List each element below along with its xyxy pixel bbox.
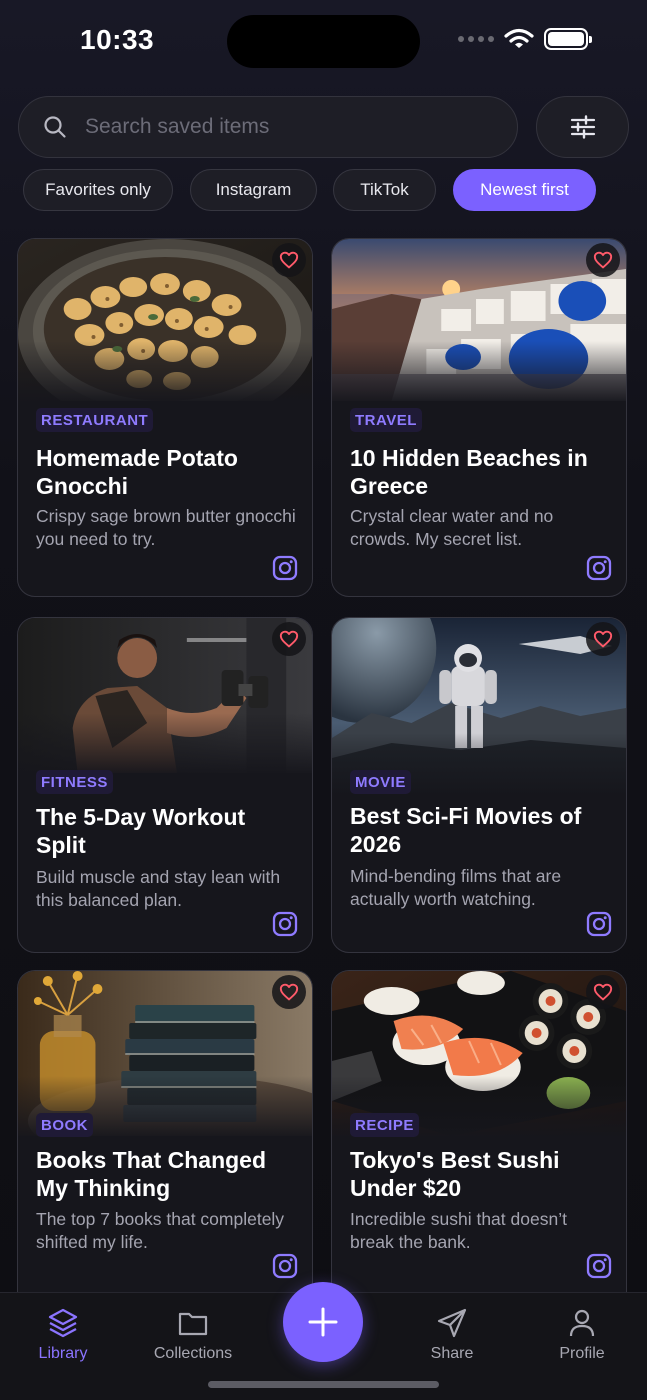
card-description: Crystal clear water and no crowds. My se… xyxy=(350,506,554,549)
favorite-button[interactable] xyxy=(272,975,306,1009)
card-title: The 5-Day Workout Split xyxy=(36,804,246,858)
favorite-button[interactable] xyxy=(272,243,306,277)
saved-item-card[interactable]: TRAVEL 10 Hidden Beaches in Greece Cryst… xyxy=(331,238,627,597)
instagram-icon[interactable] xyxy=(272,555,298,581)
layers-icon xyxy=(48,1308,78,1338)
user-icon xyxy=(569,1309,595,1337)
card-image-books xyxy=(18,971,312,1136)
card-description: Build muscle and stay lean with this bal… xyxy=(36,867,281,910)
favorite-button[interactable] xyxy=(586,243,620,277)
plus-icon xyxy=(308,1307,338,1337)
instagram-icon[interactable] xyxy=(586,911,612,937)
status-bar: 10:33 xyxy=(0,0,647,84)
category-badge: RECIPE xyxy=(350,1113,419,1137)
heart-icon xyxy=(279,251,299,269)
heart-icon xyxy=(593,983,613,1001)
instagram-icon[interactable] xyxy=(272,1253,298,1279)
card-description: Crispy sage brown butter gnocchi you nee… xyxy=(36,506,296,549)
cellular-signal-icon xyxy=(458,36,494,42)
favorite-button[interactable] xyxy=(586,622,620,656)
nav-collections[interactable]: Collections xyxy=(138,1307,248,1363)
search-icon xyxy=(44,116,66,138)
nav-collections-label: Collections xyxy=(153,1345,233,1362)
saved-item-card[interactable]: BOOK Books That Changed My Thinking The … xyxy=(17,970,313,1292)
card-title: Books That Changed My Thinking xyxy=(36,1147,267,1201)
card-title: 10 Hidden Beaches in Greece xyxy=(350,445,588,499)
card-description: Mind-bending films that are actually wor… xyxy=(350,866,562,909)
folder-icon xyxy=(178,1312,208,1336)
wifi-icon xyxy=(504,28,534,48)
dynamic-island xyxy=(227,15,420,68)
category-badge: BOOK xyxy=(36,1113,93,1137)
card-description: Incredible sushi that doesn’t break the … xyxy=(350,1209,567,1252)
heart-icon xyxy=(593,251,613,269)
send-icon xyxy=(437,1308,467,1338)
card-description: The top 7 books that completely shifted … xyxy=(36,1209,285,1252)
chip-favorites-only[interactable]: Favorites only xyxy=(23,169,173,211)
search-input[interactable] xyxy=(85,115,465,139)
card-image-scifi xyxy=(332,618,626,793)
saved-item-card[interactable]: FITNESS The 5-Day Workout Split Build mu… xyxy=(17,617,313,953)
instagram-icon[interactable] xyxy=(586,555,612,581)
status-time: 10:33 xyxy=(80,24,155,55)
heart-icon xyxy=(279,983,299,1001)
home-indicator xyxy=(208,1381,439,1388)
nav-profile-label: Profile xyxy=(559,1345,605,1362)
heart-icon xyxy=(279,630,299,648)
chip-tiktok[interactable]: TikTok xyxy=(333,169,436,211)
category-badge: RESTAURANT xyxy=(36,408,154,432)
category-badge: MOVIE xyxy=(350,770,411,794)
status-icons xyxy=(458,28,592,50)
nav-share-label: Share xyxy=(430,1345,474,1362)
nav-library[interactable]: Library xyxy=(8,1307,118,1363)
chip-instagram[interactable]: Instagram xyxy=(190,169,317,211)
filter-chips: Favorites only Instagram TikTok Newest f… xyxy=(0,169,647,211)
card-title: Homemade Potato Gnocchi xyxy=(36,445,238,499)
instagram-icon[interactable] xyxy=(586,1253,612,1279)
filter-settings-button[interactable] xyxy=(536,96,629,158)
heart-icon xyxy=(593,630,613,648)
nav-profile[interactable]: Profile xyxy=(527,1307,637,1363)
search-bar[interactable] xyxy=(18,96,518,158)
favorite-button[interactable] xyxy=(272,622,306,656)
sliders-icon xyxy=(570,115,595,139)
nav-share[interactable]: Share xyxy=(397,1307,507,1363)
instagram-icon[interactable] xyxy=(272,911,298,937)
favorite-button[interactable] xyxy=(586,975,620,1009)
card-image-santorini xyxy=(332,239,626,401)
saved-item-card[interactable]: RESTAURANT Homemade Potato Gnocchi Crisp… xyxy=(17,238,313,597)
category-badge: TRAVEL xyxy=(350,408,422,432)
card-image-sushi xyxy=(332,971,626,1136)
nav-library-label: Library xyxy=(38,1345,88,1362)
card-title: Best Sci-Fi Movies of 2026 xyxy=(350,803,582,857)
card-title: Tokyo's Best Sushi Under $20 xyxy=(350,1147,560,1201)
saved-item-card[interactable]: MOVIE Best Sci-Fi Movies of 2026 Mind-be… xyxy=(331,617,627,953)
card-image-fitness xyxy=(18,618,312,773)
add-item-button[interactable] xyxy=(283,1282,363,1362)
battery-icon xyxy=(544,28,592,50)
category-badge: FITNESS xyxy=(36,770,113,794)
chip-newest-first[interactable]: Newest first xyxy=(453,169,596,211)
card-image-gnocchi xyxy=(18,239,312,401)
saved-item-card[interactable]: RECIPE Tokyo's Best Sushi Under $20 Incr… xyxy=(331,970,627,1292)
